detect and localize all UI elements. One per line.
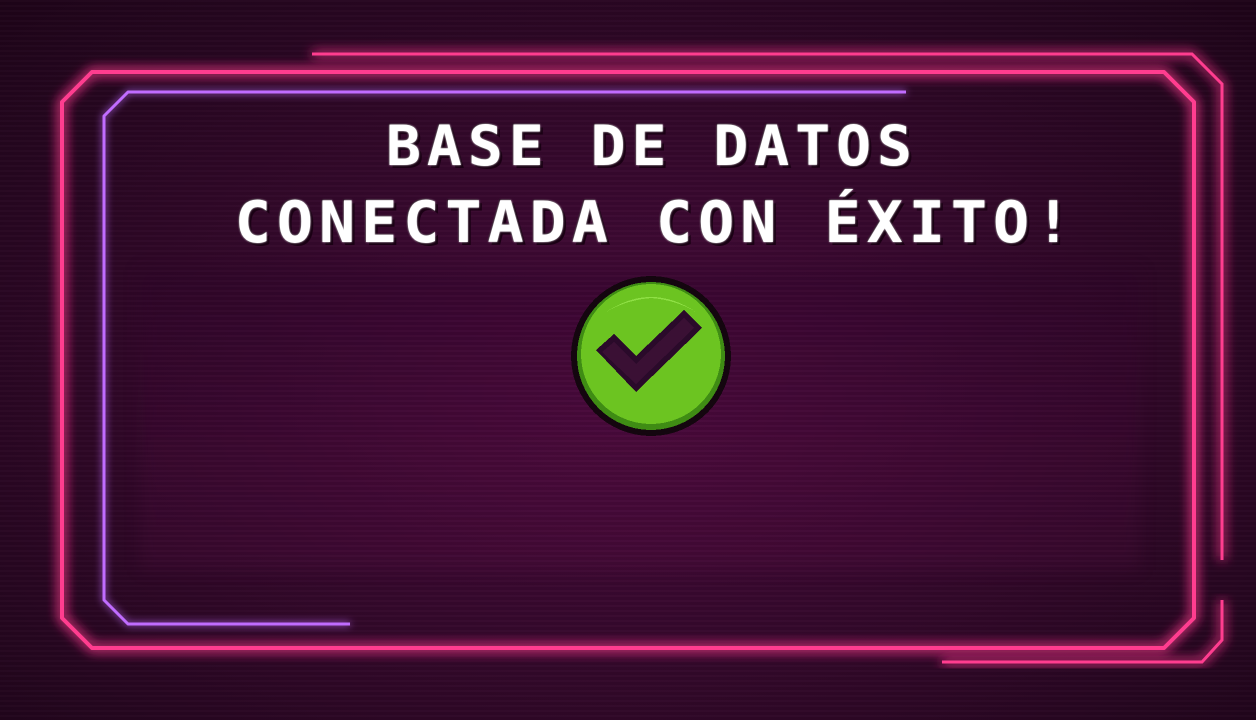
checkmark-icon <box>571 276 731 436</box>
title-line-1: BASE DE DATOS <box>386 113 918 179</box>
title-line-2: CONECTADA CON ÉXITO! <box>234 189 1078 257</box>
success-screen: BASE DE DATOS CONECTADA CON ÉXITO! <box>0 0 1256 720</box>
